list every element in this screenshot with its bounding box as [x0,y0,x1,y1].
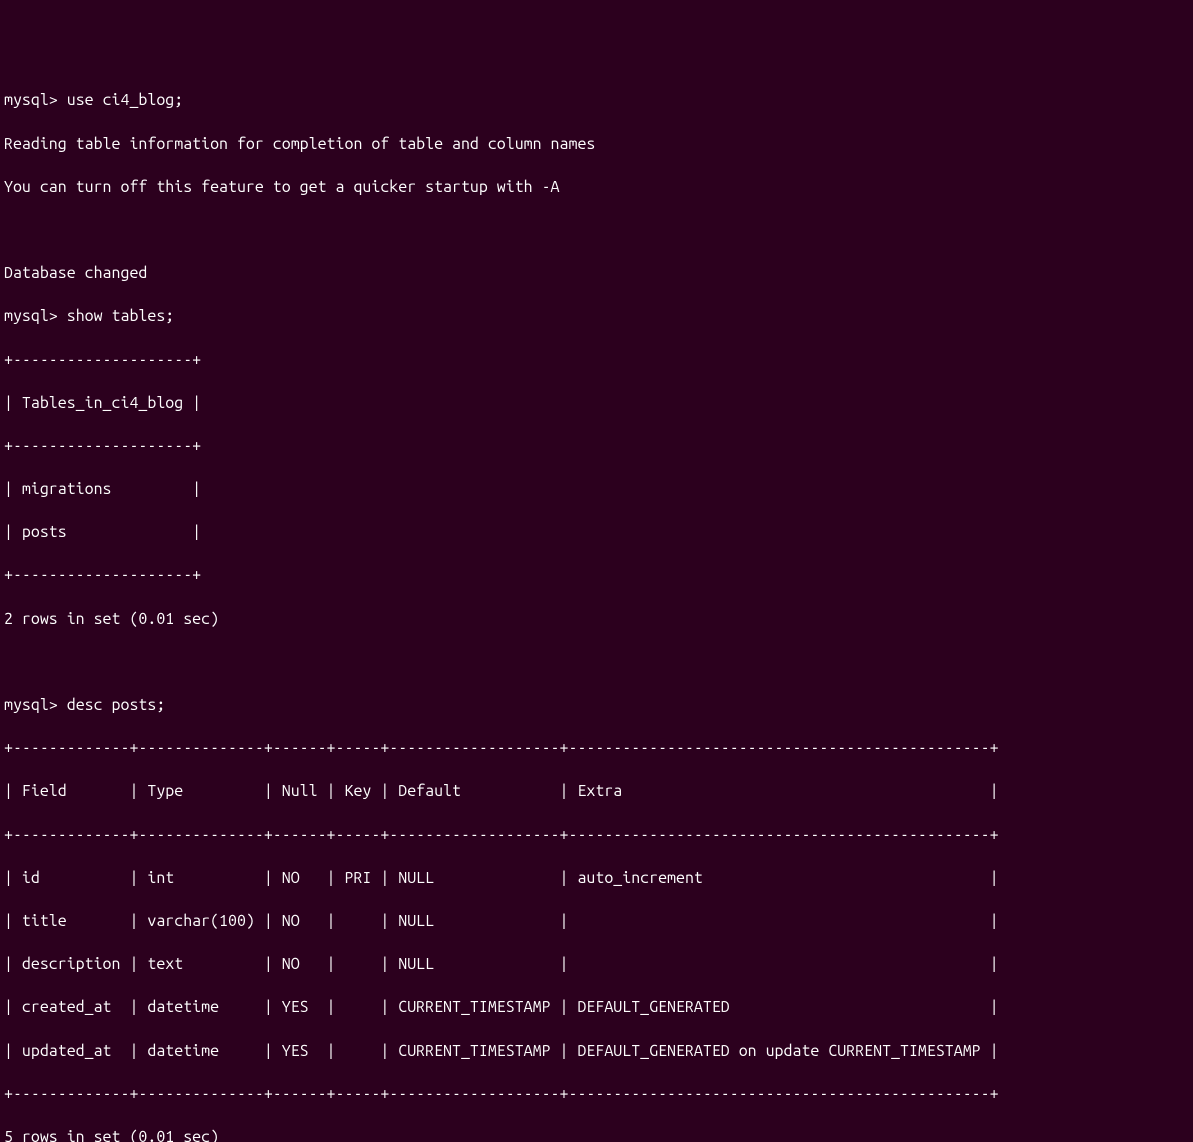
output-dbchanged: Database changed [4,263,1189,285]
desc-border-bottom: +-------------+--------------+------+---… [4,1084,1189,1106]
tables-result: 2 rows in set (0.01 sec) [4,609,1189,631]
command-desc-posts: desc posts; [67,696,166,714]
prompt-line-3[interactable]: mysql> desc posts; [4,695,1189,717]
mysql-prompt: mysql> [4,307,58,325]
command-show-tables: show tables; [67,307,175,325]
desc-border-top: +-------------+--------------+------+---… [4,738,1189,760]
output-reading: Reading table information for completion… [4,134,1189,156]
prompt-line-2[interactable]: mysql> show tables; [4,306,1189,328]
desc-row-updated-at: | updated_at | datetime | YES | | CURREN… [4,1041,1189,1063]
tables-row-posts: | posts | [4,522,1189,544]
command-use: use ci4_blog; [67,91,183,109]
mysql-prompt: mysql> [4,91,58,109]
mysql-prompt: mysql> [4,696,58,714]
output-turnoff: You can turn off this feature to get a q… [4,177,1189,199]
tables-border-bottom: +--------------------+ [4,565,1189,587]
desc-result: 5 rows in set (0.01 sec) [4,1127,1189,1142]
desc-row-id: | id | int | NO | PRI | NULL | auto_incr… [4,868,1189,890]
desc-border-mid: +-------------+--------------+------+---… [4,825,1189,847]
prompt-line-1[interactable]: mysql> use ci4_blog; [4,90,1189,112]
desc-header: | Field | Type | Null | Key | Default | … [4,781,1189,803]
tables-border-top: +--------------------+ [4,350,1189,372]
tables-border-mid: +--------------------+ [4,436,1189,458]
blank-line [4,652,1189,674]
tables-row-migrations: | migrations | [4,479,1189,501]
blank-line [4,220,1189,242]
desc-row-title: | title | varchar(100) | NO | | NULL | | [4,911,1189,933]
tables-header: | Tables_in_ci4_blog | [4,393,1189,415]
desc-row-description: | description | text | NO | | NULL | | [4,954,1189,976]
desc-row-created-at: | created_at | datetime | YES | | CURREN… [4,997,1189,1019]
